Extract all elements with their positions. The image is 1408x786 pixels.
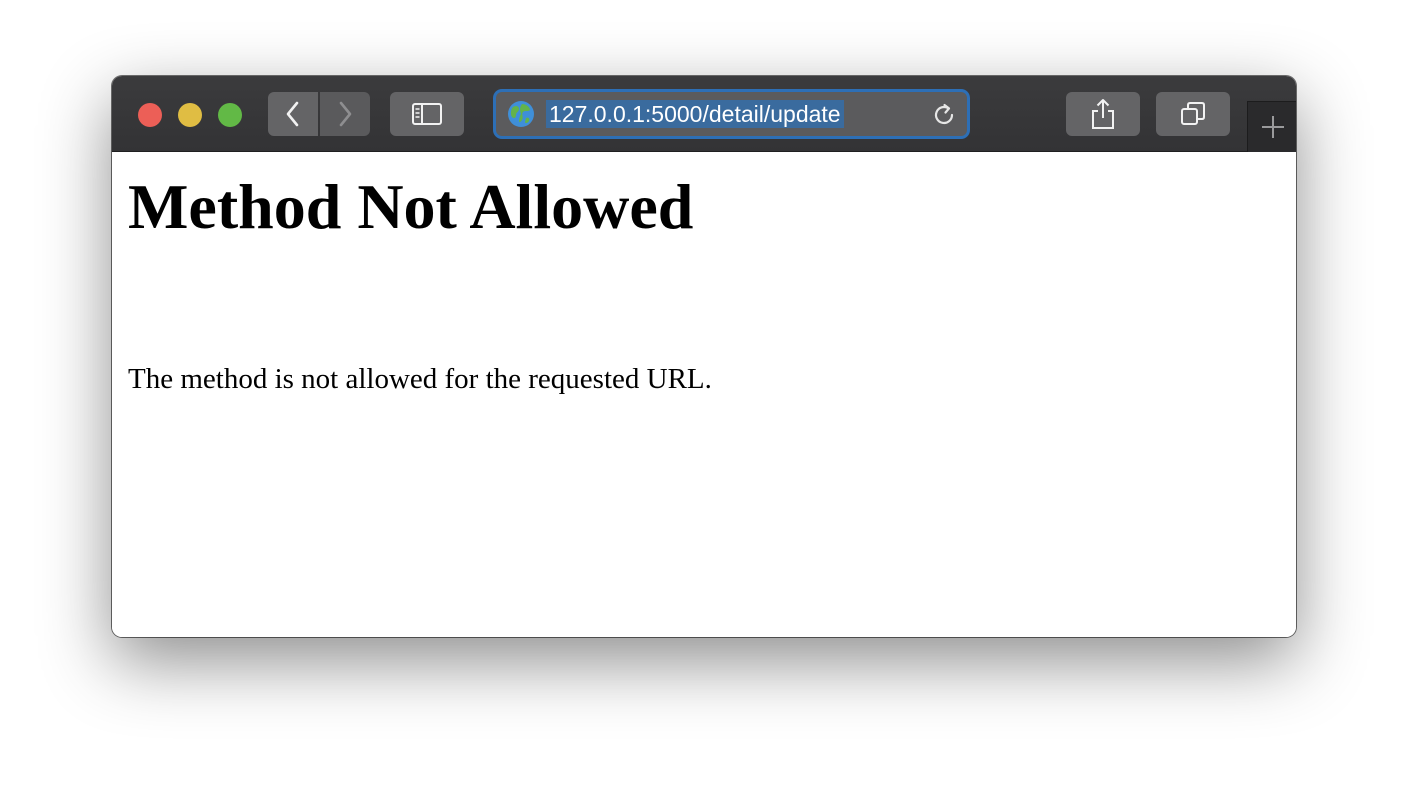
close-window-button[interactable] [138,103,162,127]
new-tab-button[interactable] [1247,101,1296,152]
chevron-left-icon [286,101,299,127]
forward-button[interactable] [320,92,370,136]
sidebar-toggle-button[interactable] [390,92,464,136]
sidebar-icon [412,103,442,125]
share-button[interactable] [1066,92,1140,136]
zoom-window-button[interactable] [218,103,242,127]
reload-icon[interactable] [931,102,957,128]
show-all-tabs-button[interactable] [1156,92,1230,136]
plus-icon [1261,116,1284,138]
address-bar[interactable]: 127.0.0.1:5000/detail/update [493,89,970,139]
back-button[interactable] [268,92,318,136]
minimize-window-button[interactable] [178,103,202,127]
browser-window: 127.0.0.1:5000/detail/update Method Not … [112,76,1296,637]
page-content: Method Not Allowed The method is not all… [112,152,1296,637]
globe-icon [508,101,534,127]
address-field[interactable]: 127.0.0.1:5000/detail/update [496,92,967,136]
error-message: The method is not allowed for the reques… [128,363,712,395]
chevron-right-icon [339,101,352,127]
page-title: Method Not Allowed [128,171,694,242]
share-icon [1092,99,1114,129]
tabs-overview-icon [1181,102,1205,125]
browser-toolbar: 127.0.0.1:5000/detail/update [112,76,1296,152]
url-text[interactable]: 127.0.0.1:5000/detail/update [546,100,844,128]
